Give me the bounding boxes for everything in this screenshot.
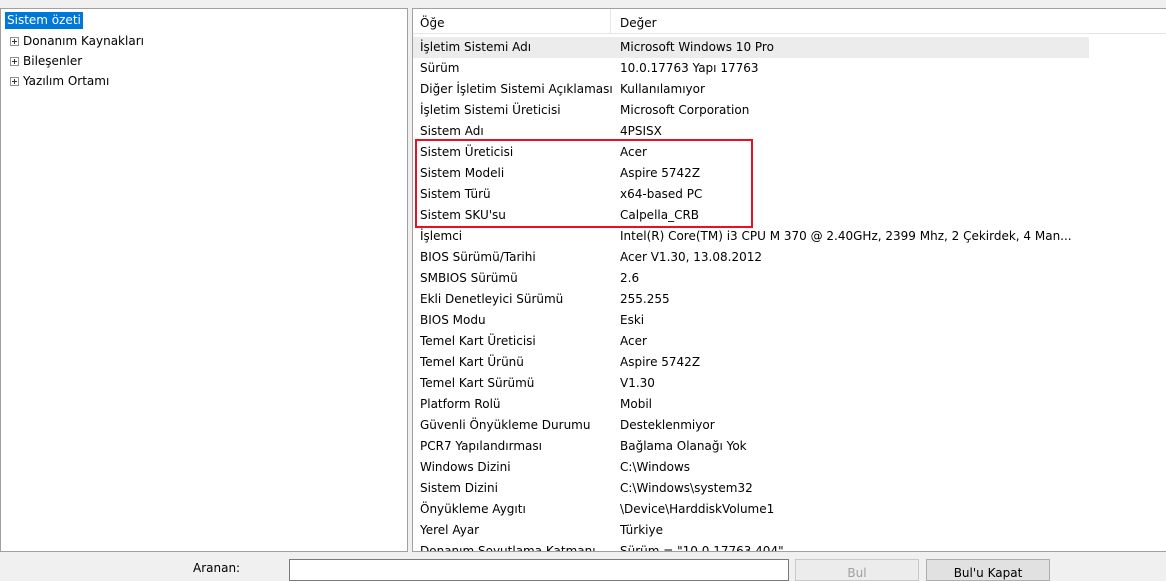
table-row[interactable]: Yerel Ayar Türkiye <box>413 520 1166 541</box>
row-item-name: Yerel Ayar <box>420 523 480 537</box>
row-item-value: Acer <box>620 145 647 159</box>
row-item-name: Sistem SKU'su <box>420 208 506 222</box>
tree-item-label: Donanım Kaynakları <box>23 34 144 48</box>
row-item-value: Mobil <box>620 397 652 411</box>
expand-icon[interactable] <box>10 57 19 66</box>
table-row[interactable]: Ekli Denetleyici Sürümü 255.255 <box>413 289 1166 310</box>
tree-item-software-environment[interactable]: Yazılım Ortamı <box>10 72 109 90</box>
row-item-value: 255.255 <box>620 292 670 306</box>
find-label: Aranan: <box>193 561 241 575</box>
row-item-value: Kullanılamıyor <box>620 82 705 96</box>
row-item-name: Sistem Adı <box>420 124 484 138</box>
tree-item-components[interactable]: Bileşenler <box>10 52 82 70</box>
list-rows: İşletim Sistemi Adı Microsoft Windows 10 … <box>413 37 1166 552</box>
row-item-value: 4PSISX <box>620 124 662 138</box>
table-row[interactable]: Güvenli Önyükleme Durumu Desteklenmiyor <box>413 415 1166 436</box>
table-row[interactable]: Sürüm 10.0.17763 Yapı 17763 <box>413 58 1166 79</box>
table-row[interactable]: Sistem Türü x64-based PC <box>413 184 1166 205</box>
row-item-value: Microsoft Windows 10 Pro <box>620 40 774 54</box>
column-header: Öğe Değer <box>413 9 1166 34</box>
category-tree[interactable]: Sistem özeti Donanım Kaynakları Bileşenl… <box>0 8 408 552</box>
row-item-name: Temel Kart Üreticisi <box>420 334 536 348</box>
table-row[interactable]: SMBIOS Sürümü 2.6 <box>413 268 1166 289</box>
table-row[interactable]: Sistem Dizini C:\Windows\system32 <box>413 478 1166 499</box>
row-item-value: Aspire 5742Z <box>620 355 701 369</box>
row-item-name: Windows Dizini <box>420 460 511 474</box>
row-item-value: 2.6 <box>620 271 640 285</box>
row-item-value: Eski <box>620 313 645 327</box>
row-item-name: İşletim Sistemi Adı <box>420 40 532 54</box>
row-item-value: C:\Windows <box>620 460 691 474</box>
row-item-name: İşlemci <box>420 229 463 243</box>
row-item-name: Önyükleme Aygıtı <box>420 502 526 516</box>
row-item-name: Donanım Soyutlama Katmanı <box>420 544 596 552</box>
table-row[interactable]: Sistem Üreticisi Acer <box>413 142 1166 163</box>
table-row[interactable]: BIOS Sürümü/Tarihi Acer V1.30, 13.08.2012 <box>413 247 1166 268</box>
row-item-value: Bağlama Olanağı Yok <box>620 439 747 453</box>
details-list[interactable]: Öğe Değer İşletim Sistemi Adı Microsoft W… <box>412 8 1166 552</box>
row-item-name: Sürüm <box>420 61 460 75</box>
row-item-value: Acer <box>620 334 647 348</box>
row-item-value: Türkiye <box>620 523 663 537</box>
table-row[interactable]: BIOS Modu Eski <box>413 310 1166 331</box>
row-item-name: Sistem Türü <box>420 187 491 201</box>
tree-item-label: Bileşenler <box>23 54 83 68</box>
row-item-value: V1.30 <box>620 376 655 390</box>
table-row[interactable]: İşletim Sistemi Adı Microsoft Windows 10 … <box>413 37 1089 58</box>
row-item-value: 10.0.17763 Yapı 17763 <box>620 61 759 75</box>
table-row[interactable]: PCR7 Yapılandırması Bağlama Olanağı Yok <box>413 436 1166 457</box>
table-row[interactable]: İşlemci Intel(R) Core(TM) i3 CPU M 370 @ … <box>413 226 1166 247</box>
table-row[interactable]: Temel Kart Üreticisi Acer <box>413 331 1166 352</box>
menu-bar-remnant <box>0 0 260 6</box>
table-row[interactable]: Temel Kart Sürümü V1.30 <box>413 373 1166 394</box>
table-row[interactable]: Temel Kart Ürünü Aspire 5742Z <box>413 352 1166 373</box>
row-item-name: Temel Kart Ürünü <box>420 355 524 369</box>
row-item-name: BIOS Modu <box>420 313 486 327</box>
row-item-name: Sistem Modeli <box>420 166 505 180</box>
row-item-name: Güvenli Önyükleme Durumu <box>420 418 591 432</box>
row-item-name: Platform Rolü <box>420 397 501 411</box>
column-header-item[interactable]: Öğe <box>420 9 611 34</box>
column-header-value[interactable]: Değer <box>620 9 657 34</box>
row-item-name: Temel Kart Sürümü <box>420 376 535 390</box>
table-row[interactable]: Sistem SKU'su Calpella_CRB <box>413 205 1166 226</box>
row-item-value: \Device\HarddiskVolume1 <box>620 502 775 516</box>
row-item-name: Diğer İşletim Sistemi Açıklaması <box>420 82 613 96</box>
expand-icon[interactable] <box>10 37 19 46</box>
row-item-name: PCR7 Yapılandırması <box>420 439 542 453</box>
table-row[interactable]: Diğer İşletim Sistemi Açıklaması Kullanıl… <box>413 79 1166 100</box>
tree-item-system-summary[interactable]: Sistem özeti <box>5 12 83 29</box>
find-button[interactable]: Bul <box>795 559 919 581</box>
table-row[interactable]: Windows Dizini C:\Windows <box>413 457 1166 478</box>
table-row[interactable]: Önyükleme Aygıtı \Device\HarddiskVolume1 <box>413 499 1166 520</box>
row-item-value: C:\Windows\system32 <box>620 481 753 495</box>
row-item-value: Microsoft Corporation <box>620 103 750 117</box>
row-item-value: Intel(R) Core(TM) i3 CPU M 370 @ 2.40GHz… <box>620 229 1072 243</box>
row-item-value: Acer V1.30, 13.08.2012 <box>620 250 762 264</box>
row-item-value: Sürüm = "10.0.17763.404" <box>620 544 784 552</box>
row-item-value: Aspire 5742Z <box>620 166 701 180</box>
row-item-name: Ekli Denetleyici Sürümü <box>420 292 564 306</box>
tree-item-label: Yazılım Ortamı <box>23 74 110 88</box>
expand-icon[interactable] <box>10 77 19 86</box>
row-item-value: Desteklenmiyor <box>620 418 715 432</box>
row-item-name: Sistem Üreticisi <box>420 145 514 159</box>
find-input[interactable] <box>289 559 789 581</box>
row-item-name: BIOS Sürümü/Tarihi <box>420 250 536 264</box>
table-row[interactable]: Platform Rolü Mobil <box>413 394 1166 415</box>
table-row[interactable]: Donanım Soyutlama Katmanı Sürüm = "10.0.1… <box>413 541 1166 552</box>
row-item-name: Sistem Dizini <box>420 481 498 495</box>
close-find-button[interactable]: Bul'u Kapat <box>926 559 1050 581</box>
row-item-name: SMBIOS Sürümü <box>420 271 518 285</box>
tree-item-hardware-resources[interactable]: Donanım Kaynakları <box>10 32 144 50</box>
table-row[interactable]: Sistem Modeli Aspire 5742Z <box>413 163 1166 184</box>
row-item-value: Calpella_CRB <box>620 208 700 222</box>
row-item-name: İşletim Sistemi Üreticisi <box>420 103 561 117</box>
table-row[interactable]: İşletim Sistemi Üreticisi Microsoft Corpo… <box>413 100 1166 121</box>
row-item-value: x64-based PC <box>620 187 703 201</box>
table-row[interactable]: Sistem Adı 4PSISX <box>413 121 1166 142</box>
